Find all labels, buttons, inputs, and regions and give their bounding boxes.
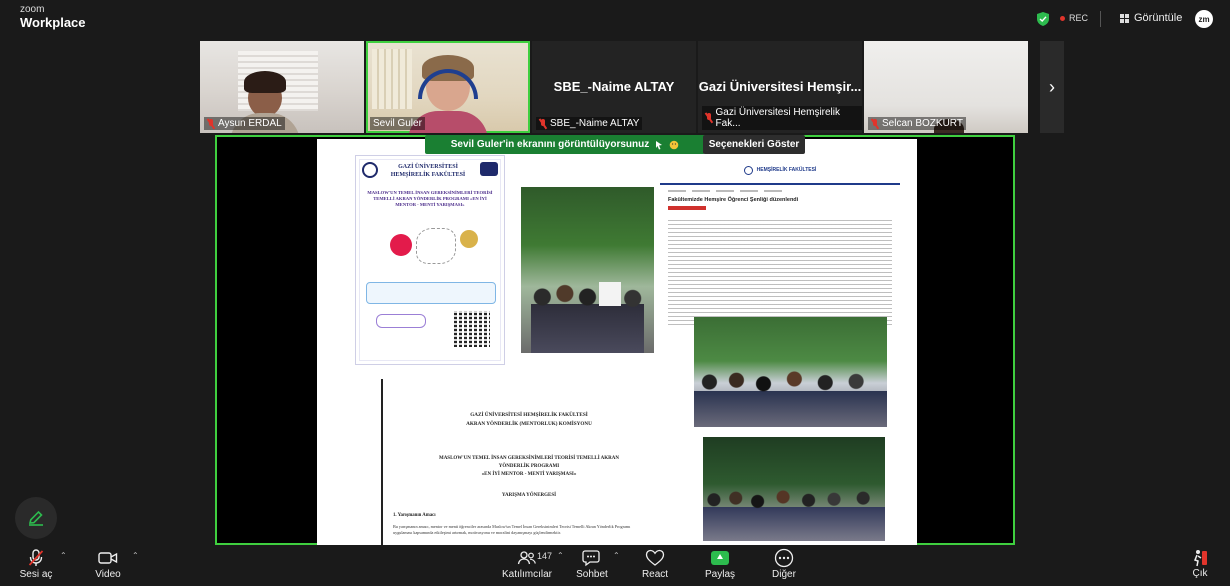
news-nav [660,188,900,194]
document-subtitle: YARIŞMA YÖNERGESİ [501,493,557,498]
document-title: MASLOW'UN TEMEL İNSAN GEREKSİNİMLERİ TEO… [438,456,620,477]
rec-label: REC [1069,13,1089,23]
video-options-caret-icon[interactable]: ⌃ [132,551,139,560]
brand-small: zoom [20,4,45,15]
group-photo-3 [703,437,885,541]
more-dots-icon [774,548,794,568]
anniversary-logo-icon [480,162,498,176]
document-section-heading: 1. Yarışmanın Amacı [393,513,436,518]
unmute-label: Sesi aç [19,569,53,580]
view-options-button[interactable]: Seçenekleri Göster [703,135,805,154]
poster-red-circle [390,234,412,256]
brand-big: Workplace [20,15,86,30]
mic-off-icon [705,113,713,123]
participant-name: Aysun ERDAL [204,117,285,130]
view-button[interactable]: Görüntüle [1120,12,1182,24]
video-label: Video [95,569,121,580]
recording-indicator[interactable]: REC [1060,13,1088,23]
guideline-document: GAZİ ÜNİVERSİTESİ HEMŞİRELİK FAKÜLTESİ A… [379,379,659,545]
group-photo-1 [521,187,654,353]
participant-name: SBE_-Naime ALTAY [536,117,643,130]
emoji-icon [669,140,679,149]
rec-dot-icon [1060,15,1065,21]
participant-name: Sevil Guler [370,117,425,130]
poster-illustration [416,228,456,264]
leave-icon [1194,550,1207,567]
poster-faculty: GAZİ ÜNİVERSİTESİ HEMŞİRELİK FAKÜLTESİ [390,164,466,178]
share-screen-icon [711,551,729,565]
news-webpage: HEMŞİRELİK FAKÜLTESİ Fakültemizde Hemşir… [660,157,900,325]
poster-note [376,314,426,328]
participants-label: Katılımcılar [501,569,552,580]
qr-code-icon [454,311,490,347]
award-medal-icon [460,230,478,248]
shared-screen: GAZİ ÜNİVERSİTESİ HEMŞİRELİK FAKÜLTESİ M… [215,135,1015,545]
audio-options-caret-icon[interactable]: ⌃ [60,551,67,560]
participants-count: 147 [537,551,553,561]
share-label: Paylaş [704,569,735,580]
group-photo-2 [694,317,887,427]
leave-button[interactable]: Çık [1185,548,1215,579]
share-screen-button[interactable]: Paylaş [690,548,750,580]
unmute-button[interactable]: Sesi aç [6,548,66,580]
participant-hair [244,71,286,93]
pencil-icon [28,510,43,526]
participant-name: Selcan BOZKURT [868,117,966,130]
participant-tile-naime[interactable]: SBE_-Naime ALTAY SBE_-Naime ALTAY [532,41,696,133]
heart-icon [645,549,665,566]
news-body [668,220,892,325]
poster-theme-box [366,282,496,304]
react-button[interactable]: React [625,548,685,580]
document-org: GAZİ ÜNİVERSİTESİ HEMŞİRELİK FAKÜLTESİ A… [466,412,592,427]
participant-display-name: SBE_-Naime ALTAY [553,79,675,94]
participants-icon [517,551,536,565]
chat-icon [582,550,600,567]
news-date-tag [668,206,706,210]
university-logo-icon [743,165,753,175]
mic-off-icon [207,118,215,129]
participant-tile-gazi[interactable]: Gazi Üniversitesi Hemşir... Gazi Ünivers… [698,41,862,133]
zoom-logo: zoom Workplace [20,4,86,30]
zoom-meeting-window: zoom Workplace REC Görüntüle zm Aysun ER… [0,0,1230,586]
react-label: React [641,569,669,580]
participant-display-name: Gazi Üniversitesi Hemşir... [698,79,862,94]
pointer-icon [656,140,663,149]
divider [1100,11,1101,27]
mic-muted-icon [28,549,44,566]
security-shield-icon[interactable] [1037,12,1049,26]
top-bar: zoom Workplace REC Görüntüle zm [0,0,1230,38]
participant-name: Gazi Üniversitesi Hemşirelik Fak... [702,106,862,130]
background-shelf [372,49,412,109]
leave-label: Çık [1192,568,1208,579]
video-button[interactable]: Video [78,548,138,580]
mic-off-icon [539,118,547,129]
shared-document-page: GAZİ ÜNİVERSİTESİ HEMŞİRELİK FAKÜLTESİ M… [317,139,917,545]
document-body: Bu yarışmanın amacı, mentor ve menti öğr… [393,524,631,536]
more-button[interactable]: Diğer [754,548,814,580]
news-headline: Fakültemizde Hemşire Öğrenci Şenliği düz… [668,197,799,203]
mic-off-icon [871,118,879,129]
participant-tile-aysun[interactable]: Aysun ERDAL [200,41,364,133]
university-logo-icon [362,162,378,178]
news-header: HEMŞİRELİK FAKÜLTESİ [660,157,900,185]
poster-title: MASLOW'UN TEMEL İNSAN GEREKSİNİMLERİ TEO… [367,190,493,208]
share-banner-text: Sevil Guler'in ekranını görüntülüyorsunu… [450,139,650,150]
next-page-chevron-right-icon[interactable]: › [1040,41,1064,133]
document-margin-bar [381,379,383,545]
chat-options-caret-icon[interactable]: ⌃ [613,551,620,560]
participant-tile-sevil[interactable]: Sevil Guler [366,41,530,133]
meeting-toolbar: Sesi aç ⌃ Video ⌃ Katılımcılar 147 ⌃ Soh… [0,545,1230,586]
screen-share-banner: Sevil Guler'in ekranını görüntülüyorsunu… [425,135,705,154]
video-camera-icon [98,552,118,564]
annotate-button[interactable] [15,497,57,539]
more-label: Diğer [772,569,796,580]
view-label: Görüntüle [1134,12,1183,24]
competition-poster: GAZİ ÜNİVERSİTESİ HEMŞİRELİK FAKÜLTESİ M… [355,155,505,365]
participant-tile-selcan[interactable]: Selcan BOZKURT [864,41,1028,133]
avatar[interactable]: zm [1195,10,1213,28]
grid-view-icon [1120,13,1129,23]
chat-label: Sohbet [576,569,608,580]
